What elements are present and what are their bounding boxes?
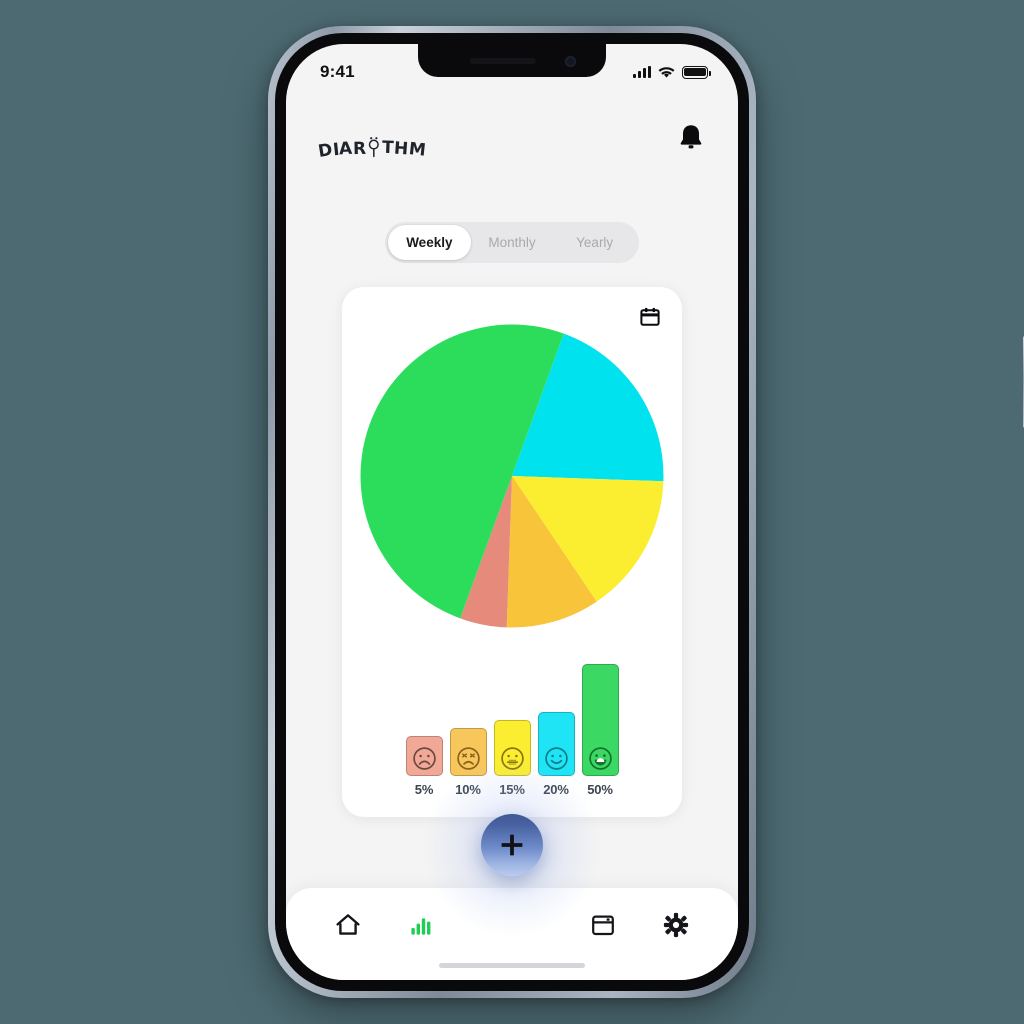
status-indicators <box>633 65 711 79</box>
mood-bar-percent: 5% <box>414 782 434 797</box>
grinning-face-icon <box>588 747 612 770</box>
mood-bar-percent: 15% <box>499 782 525 797</box>
mood-bar-column[interactable]: 5% <box>405 736 443 797</box>
mood-bar <box>405 736 443 776</box>
bar-chart-icon <box>410 918 430 935</box>
mood-chart-card: 5% 10% 15% 20% 50% <box>342 287 682 817</box>
nav-item-home[interactable] <box>328 906 368 944</box>
earpiece-speaker <box>470 58 536 64</box>
mood-bar <box>449 728 487 776</box>
nav-item-stats[interactable] <box>402 906 442 944</box>
mood-bar-column[interactable]: 10% <box>449 728 487 797</box>
mood-bar-column[interactable]: 15% <box>493 720 531 797</box>
app-logo-text: DIAR THM <box>316 137 427 162</box>
tab-weekly[interactable]: Weekly <box>388 225 471 260</box>
phone-device-frame: 9:41 DIAR THM Weekly Monthly Yearly 5% 1… <box>268 26 1024 998</box>
mood-distribution-bars: 5% 10% 15% 20% 50% <box>342 664 682 799</box>
notification-bell-button[interactable] <box>678 123 704 151</box>
phone-screen: 9:41 DIAR THM Weekly Monthly Yearly 5% 1… <box>286 44 738 980</box>
add-entry-fab[interactable] <box>481 814 543 876</box>
app-header: DIAR THM <box>286 106 738 168</box>
tab-yearly[interactable]: Yearly <box>553 225 636 260</box>
mood-bar-column[interactable]: 50% <box>581 664 619 797</box>
home-icon <box>336 914 360 935</box>
calendar-icon <box>591 915 614 936</box>
nav-item-calendar[interactable] <box>583 906 623 944</box>
gear-icon <box>663 912 689 938</box>
mood-bar-percent: 10% <box>455 782 481 797</box>
front-camera-icon <box>565 56 576 67</box>
mood-pie-chart <box>342 323 682 629</box>
mood-bar <box>581 664 619 776</box>
nav-item-settings[interactable] <box>656 906 696 944</box>
mood-bar-percent: 50% <box>587 782 613 797</box>
phone-bezel: 9:41 DIAR THM Weekly Monthly Yearly 5% 1… <box>275 33 749 991</box>
wifi-icon <box>658 66 675 78</box>
nav-fab-spacer <box>475 906 549 907</box>
period-segmented-control[interactable]: Weekly Monthly Yearly <box>385 222 639 263</box>
device-notch <box>418 44 606 77</box>
status-time: 9:41 <box>320 62 355 81</box>
pie-chart-svg <box>360 324 664 628</box>
mood-bar-column[interactable]: 20% <box>537 712 575 797</box>
smiling-face-icon <box>544 747 568 770</box>
screenshot-stage: 9:41 DIAR THM Weekly Monthly Yearly 5% 1… <box>0 0 1024 1024</box>
mood-bar-percent: 20% <box>543 782 569 797</box>
mood-bar <box>493 720 531 776</box>
cellular-signal-icon <box>633 66 651 78</box>
bell-icon <box>680 125 702 149</box>
mood-bar <box>537 712 575 776</box>
app-logo: DIAR THM <box>316 115 427 162</box>
sad-face-icon <box>412 747 436 770</box>
plus-icon <box>501 834 523 856</box>
frowning-face-icon <box>456 747 480 770</box>
battery-full-icon <box>682 65 711 79</box>
neutral-face-icon <box>500 747 524 770</box>
home-indicator <box>439 963 585 968</box>
tab-monthly[interactable]: Monthly <box>471 225 554 260</box>
